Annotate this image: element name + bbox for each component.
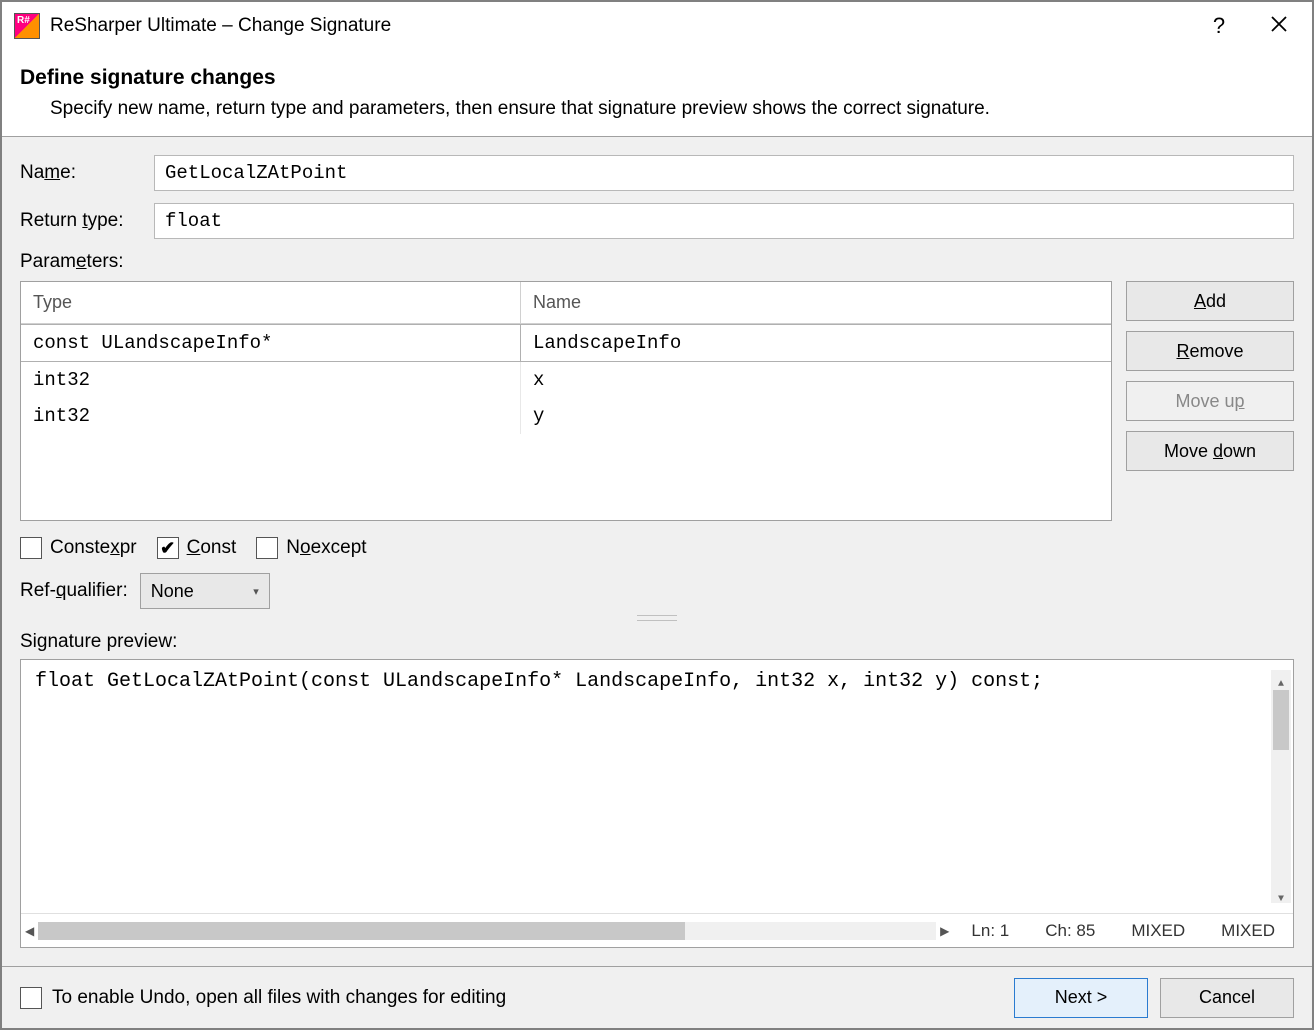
status-bar: ◀ ▶ Ln: 1 Ch: 85 MIXED MIXED	[21, 913, 1293, 947]
parameter-name[interactable]: y	[521, 398, 1111, 434]
parameter-name[interactable]: LandscapeInfo	[521, 324, 1111, 362]
noexcept-checkbox[interactable]: Noexcept	[256, 537, 366, 559]
resize-grip[interactable]	[637, 615, 677, 621]
page-subtitle: Specify new name, return type and parame…	[20, 98, 1294, 120]
ref-qualifier-label: Ref-qualifier:	[20, 580, 128, 602]
page-title: Define signature changes	[20, 66, 1294, 90]
parameters-table[interactable]: Type Name const ULandscapeInfo*Landscape…	[20, 281, 1112, 521]
vertical-scrollbar[interactable]	[1271, 670, 1291, 903]
main-panel: Name: Return type: Parameters: Type Name…	[2, 137, 1312, 966]
remove-button[interactable]: Remove	[1126, 331, 1294, 371]
parameter-row[interactable]: const ULandscapeInfo*LandscapeInfo	[21, 324, 1111, 362]
column-name[interactable]: Name	[521, 282, 1111, 323]
cancel-button[interactable]: Cancel	[1160, 978, 1294, 1018]
name-input[interactable]	[154, 155, 1294, 191]
horizontal-scrollbar[interactable]: ◀ ▶	[21, 922, 953, 940]
parameter-name[interactable]: x	[521, 362, 1111, 398]
enable-undo-checkbox[interactable]: To enable Undo, open all files with chan…	[20, 987, 1002, 1009]
checkbox-icon: ✔	[157, 537, 179, 559]
move-up-button[interactable]: Move up	[1126, 381, 1294, 421]
parameter-row[interactable]: int32y	[21, 398, 1111, 434]
close-button[interactable]	[1266, 13, 1292, 39]
return-type-input[interactable]	[154, 203, 1294, 239]
footer: To enable Undo, open all files with chan…	[2, 966, 1312, 1028]
signature-preview-text[interactable]: float GetLocalZAtPoint(const ULandscapeI…	[21, 660, 1293, 913]
return-type-label: Return type:	[20, 210, 154, 232]
add-button[interactable]: Add	[1126, 281, 1294, 321]
status-enc2: MIXED	[1221, 921, 1275, 941]
help-button[interactable]: ?	[1206, 13, 1232, 39]
signature-preview-label: Signature preview:	[20, 631, 1294, 653]
status-col: Ch: 85	[1045, 921, 1095, 941]
move-down-button[interactable]: Move down	[1126, 431, 1294, 471]
header-section: Define signature changes Specify new nam…	[2, 50, 1312, 137]
chevron-down-icon: ▾	[253, 585, 259, 598]
parameter-row[interactable]: int32x	[21, 362, 1111, 398]
const-checkbox[interactable]: ✔ Const	[157, 537, 237, 559]
constexpr-checkbox[interactable]: Constexpr	[20, 537, 137, 559]
parameter-type[interactable]: const ULandscapeInfo*	[21, 324, 521, 362]
app-icon	[14, 13, 40, 39]
next-button[interactable]: Next >	[1014, 978, 1148, 1018]
titlebar: ReSharper Ultimate – Change Signature ?	[2, 2, 1312, 50]
parameters-header: Type Name	[21, 282, 1111, 324]
signature-preview: float GetLocalZAtPoint(const ULandscapeI…	[20, 659, 1294, 948]
checkbox-icon	[20, 537, 42, 559]
window-title: ReSharper Ultimate – Change Signature	[50, 15, 1206, 37]
checkbox-icon	[256, 537, 278, 559]
status-line: Ln: 1	[971, 921, 1009, 941]
name-label: Name:	[20, 162, 154, 184]
checkbox-icon	[20, 987, 42, 1009]
parameter-type[interactable]: int32	[21, 362, 521, 398]
parameter-type[interactable]: int32	[21, 398, 521, 434]
column-type[interactable]: Type	[21, 282, 521, 323]
status-enc1: MIXED	[1131, 921, 1185, 941]
parameters-label: Parameters:	[20, 251, 1294, 273]
ref-qualifier-select[interactable]: None ▾	[140, 573, 270, 609]
